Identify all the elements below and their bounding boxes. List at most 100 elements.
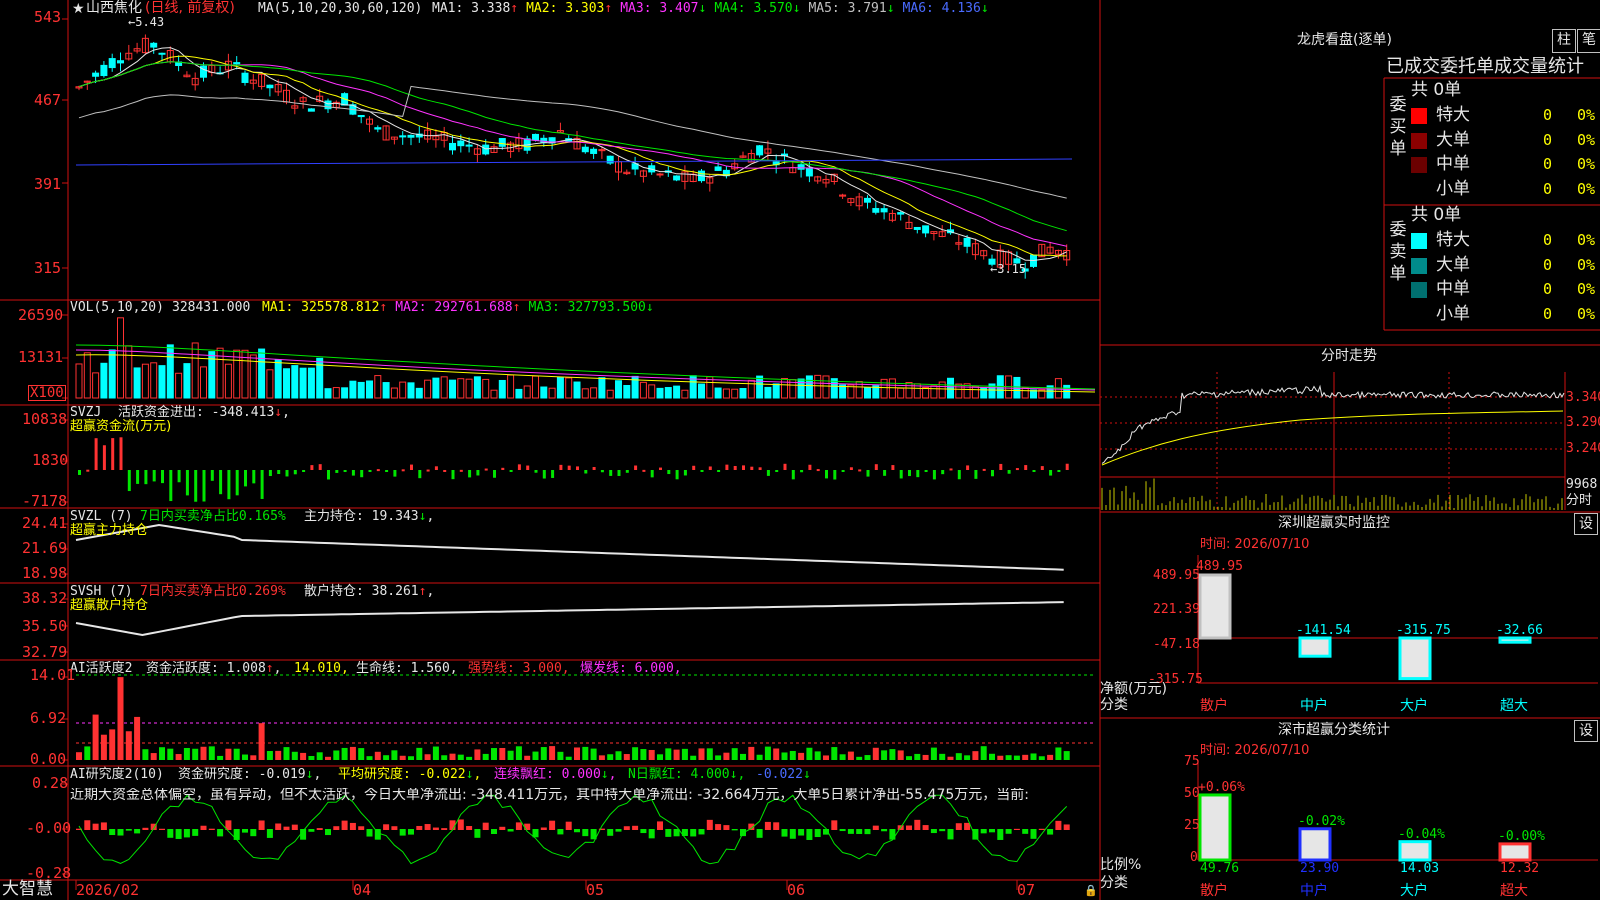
research-bar: [906, 825, 912, 830]
stats-settings-button[interactable]: 设: [1574, 720, 1598, 742]
flow-bar: [683, 470, 687, 476]
candle: [797, 164, 805, 170]
flow-bar: [567, 465, 571, 470]
candle: [100, 64, 108, 77]
research-bar: [482, 822, 489, 830]
volume-bar: [407, 382, 415, 399]
activity-bar: [748, 746, 755, 760]
research-bar: [881, 829, 888, 832]
volume-bar: [432, 377, 440, 399]
candlestick-chart[interactable]: [0, 0, 1600, 900]
flow-bar: [692, 465, 696, 470]
flow-bar: [783, 463, 787, 470]
flow-bar: [277, 470, 281, 474]
research-bar: [399, 829, 406, 836]
activity-bar: [823, 755, 829, 760]
candle: [880, 208, 888, 213]
research-bar: [549, 820, 556, 830]
activity-bar: [789, 750, 796, 760]
flow-bar: [534, 470, 538, 473]
activity-bar: [391, 750, 398, 760]
lock-icon[interactable]: 🔒: [1084, 884, 1098, 898]
research-bar: [142, 827, 149, 830]
candle: [241, 72, 249, 83]
research-bar: [814, 829, 821, 838]
flow-bar: [808, 464, 812, 470]
research-bar: [839, 829, 846, 832]
ma-label: MA(5,10,20,30,60,120): [258, 1, 423, 16]
research-bar: [540, 827, 547, 830]
sell-side-label: 委卖单: [1389, 220, 1407, 284]
research-bar: [109, 829, 116, 836]
activity-bar: [416, 747, 423, 760]
period-label[interactable]: (日线, 前复权): [145, 1, 235, 15]
vol-ma-values: MA1: 325578.812↑ MA2: 292761.688↑ MA3: 327…: [262, 301, 662, 315]
flow-bar: [210, 470, 214, 481]
activity-bar: [914, 753, 921, 760]
research-bar: [499, 826, 506, 830]
flow-bar: [443, 469, 447, 472]
order-row-label: 中单: [1436, 279, 1470, 300]
volume-bar: [814, 374, 822, 399]
activity-bar: [706, 748, 713, 760]
flow-bar: [1040, 466, 1044, 470]
flow-bar: [742, 465, 745, 470]
activity-bar: [383, 755, 390, 760]
volume-bar: [258, 348, 266, 399]
bar-mode-button[interactable]: 柱: [1552, 29, 1576, 53]
research-bar: [648, 829, 655, 839]
vol-label: VOL(5,10,20): [70, 300, 164, 315]
order-row-pct: 0%: [1577, 155, 1596, 174]
research-bar: [781, 829, 788, 837]
volume-bar: [664, 387, 672, 399]
flow-bar: [219, 470, 223, 495]
activity-bar: [582, 746, 589, 760]
flow-bar: [161, 470, 164, 484]
volume-bar: [797, 378, 805, 399]
activity-bar: [665, 748, 672, 760]
research-bar: [615, 829, 622, 832]
star-icon[interactable]: ★: [72, 2, 85, 16]
candle: [449, 142, 456, 151]
stats-category: 超大: [1500, 883, 1528, 899]
activity-bar: [374, 751, 381, 760]
research-bar: [930, 829, 937, 834]
flow-bar: [401, 469, 405, 472]
ai-active-label1: 资金活跃度: 1.008↑,: [146, 661, 282, 676]
research-bar: [1063, 824, 1070, 830]
activity-bar: [549, 746, 556, 760]
stats-change-label: -0.00%: [1498, 828, 1545, 844]
volume-bar: [714, 387, 722, 399]
activity-bar: [142, 749, 149, 760]
monitor-settings-button[interactable]: 设: [1574, 513, 1598, 535]
research-bar: [408, 829, 414, 835]
volume-bar: [623, 385, 631, 399]
stats-value-label: 14.03: [1400, 861, 1440, 876]
volume-bar: [656, 387, 664, 399]
svzl-sub: 超赢主力持仓: [70, 523, 149, 538]
vol-unit-button[interactable]: X100: [28, 385, 66, 401]
activity-bar: [831, 747, 838, 760]
y-tick: 24.41: [22, 514, 68, 532]
tick-mode-button[interactable]: 笔: [1577, 29, 1600, 53]
activity-bar: [316, 752, 323, 760]
volume-bar: [581, 388, 589, 399]
stats-title: 深市超赢分类统计: [1278, 722, 1390, 738]
candle: [714, 166, 722, 171]
volume-bar: [764, 386, 772, 399]
volume-bar: [590, 387, 598, 399]
flow-bar: [800, 470, 804, 473]
stats-time: 时间: 2026/07/10: [1200, 743, 1310, 758]
flow-bar: [766, 470, 770, 476]
volume-bar: [283, 368, 290, 399]
activity-bar: [258, 723, 265, 760]
activity-bar: [964, 755, 971, 760]
flow-bar: [119, 437, 123, 470]
research-bar: [457, 819, 464, 830]
research-bar: [242, 829, 248, 833]
research-bar: [366, 829, 373, 837]
volume-bar: [341, 387, 349, 399]
monitor-value-label: -141.54: [1296, 623, 1351, 638]
volume-bar: [449, 379, 456, 399]
flow-bar: [351, 470, 355, 476]
